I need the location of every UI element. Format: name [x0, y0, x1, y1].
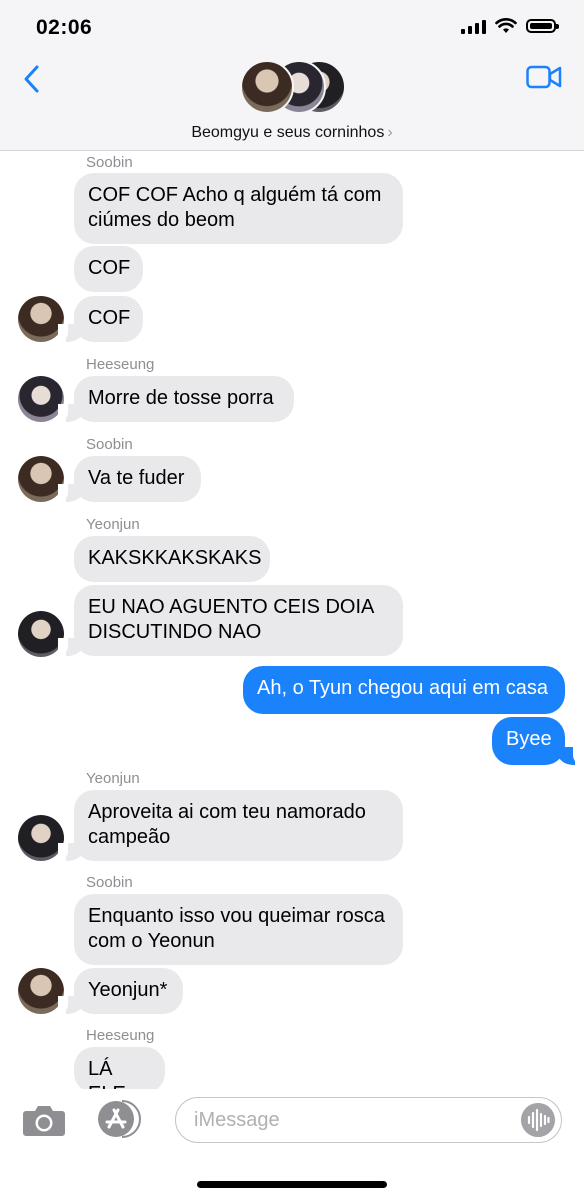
- group-name-label: Beomgyu e seus corninhos: [191, 124, 385, 141]
- message-bubble-incoming[interactable]: KAKSKKAKSKAKS: [74, 536, 270, 582]
- bubble-tail: [58, 843, 84, 861]
- message-bubble-incoming[interactable]: EU NAO AGUENTO CEIS DOIA DISCUTINDO NAO: [74, 585, 403, 656]
- message-bubble-incoming[interactable]: Aproveita ai com teu namorado campeão: [74, 790, 403, 861]
- battery-icon: [526, 19, 559, 33]
- message-bubble-incoming[interactable]: COF: [74, 246, 143, 292]
- group-avatar-1: [240, 60, 294, 114]
- signal-icon: [461, 18, 486, 34]
- sender-name: Soobin: [86, 436, 133, 453]
- camera-icon[interactable]: [22, 1103, 66, 1137]
- message-list[interactable]: Soobin COF COF Acho q alguém tá com ciúm…: [0, 151, 584, 1089]
- message-bubble-incoming[interactable]: Enquanto isso vou queimar rosca com o Ye…: [74, 894, 403, 965]
- bubble-tail: [557, 747, 583, 765]
- status-icons: [461, 18, 559, 34]
- sender-name: Soobin: [86, 874, 133, 891]
- status-bar: 02:06: [0, 0, 584, 56]
- bubble-tail: [58, 484, 84, 502]
- message-bubble-incoming[interactable]: Morre de tosse porra: [74, 376, 294, 422]
- bubble-tail: [58, 324, 84, 342]
- message-input-placeholder: iMessage: [194, 1109, 280, 1131]
- message-bubble-incoming[interactable]: LÁ ELE: [74, 1047, 165, 1089]
- status-time: 02:06: [36, 16, 93, 39]
- bubble-tail: [58, 638, 84, 656]
- sender-name: Heeseung: [86, 356, 155, 373]
- bubble-tail: [58, 404, 84, 422]
- conversation-header: Beomgyu e seus corninhos ›: [0, 56, 584, 151]
- message-bubble-incoming[interactable]: Va te fuder: [74, 456, 201, 502]
- message-bubble-outgoing[interactable]: Ah, o Tyun chegou aqui em casa: [243, 666, 565, 714]
- chevron-right-icon: ›: [387, 124, 393, 141]
- message-bubble-incoming[interactable]: Yeonjun*: [74, 968, 183, 1014]
- video-camera-icon[interactable]: [526, 64, 562, 90]
- bubble-tail: [58, 996, 84, 1014]
- message-bubble-incoming[interactable]: COF COF Acho q alguém tá com ciúmes do b…: [74, 173, 403, 244]
- message-bubble-outgoing[interactable]: Byee: [492, 717, 565, 765]
- wifi-icon: [495, 18, 517, 33]
- audio-waveform-icon[interactable]: [521, 1103, 555, 1137]
- app-store-icon[interactable]: [96, 1099, 146, 1139]
- sender-name: Yeonjun: [86, 770, 140, 787]
- message-input[interactable]: iMessage: [175, 1097, 562, 1143]
- group-avatars[interactable]: [240, 60, 350, 120]
- sender-name: Yeonjun: [86, 516, 140, 533]
- message-bubble-incoming[interactable]: COF: [74, 296, 143, 342]
- sender-name: Soobin: [86, 154, 133, 171]
- home-indicator[interactable]: [197, 1181, 387, 1188]
- back-chevron-icon[interactable]: [20, 64, 44, 94]
- sender-name: Heeseung: [86, 1027, 155, 1044]
- group-name[interactable]: Beomgyu e seus corninhos ›: [0, 124, 584, 142]
